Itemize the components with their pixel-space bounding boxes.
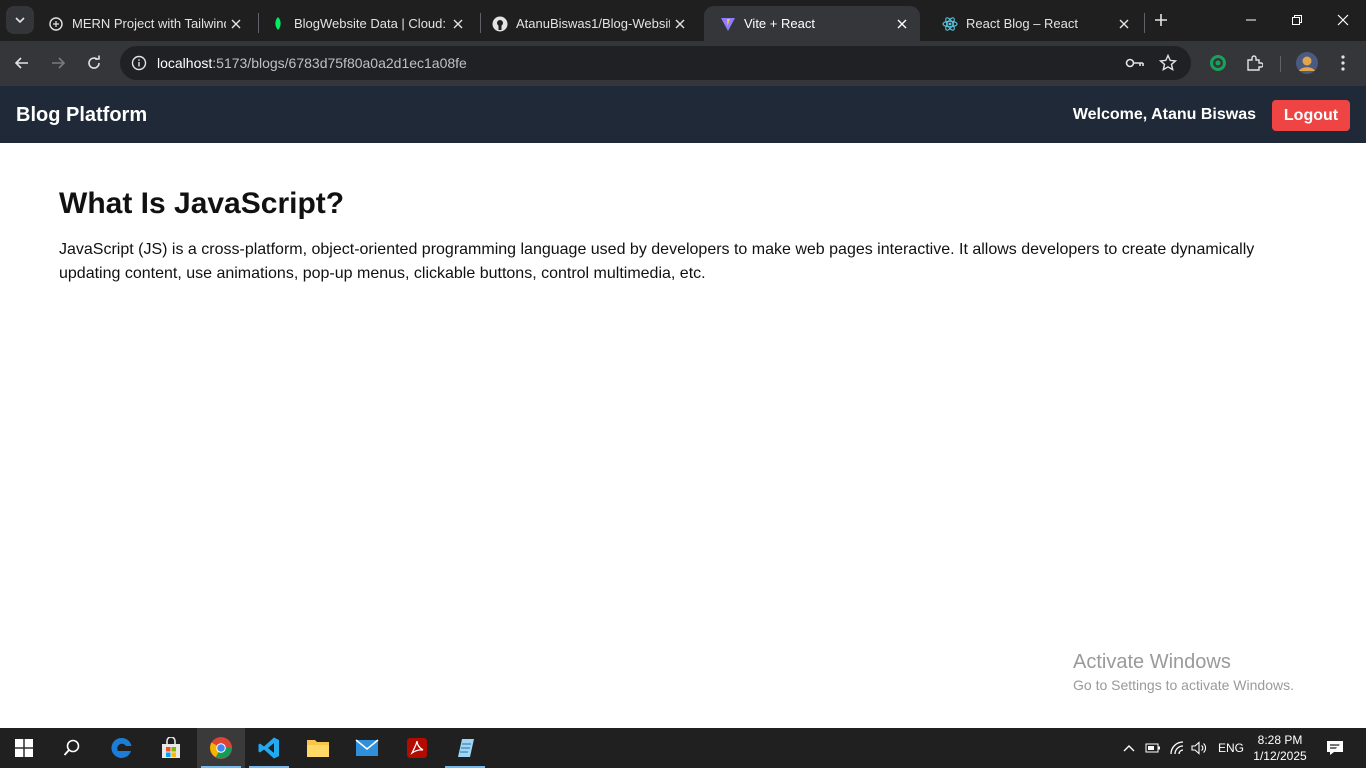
battery-icon[interactable] (1142, 728, 1164, 768)
mail-icon (355, 739, 379, 756)
tab-search-button[interactable] (6, 6, 34, 34)
react-icon (942, 16, 958, 32)
site-info-icon[interactable] (128, 52, 150, 74)
github-icon (492, 16, 508, 32)
forward-button[interactable] (44, 49, 72, 77)
windows-logo-icon (15, 739, 33, 757)
taskbar-store[interactable] (147, 728, 195, 768)
welcome-message: Welcome, Atanu Biswas (1072, 106, 1256, 123)
tab-title: BlogWebsite Data | Cloud: M (294, 16, 448, 31)
watermark-subtitle: Go to Settings to activate Windows. (1073, 677, 1294, 693)
restore-icon (1292, 15, 1302, 25)
taskbar-search-button[interactable] (48, 728, 96, 768)
tab-title: MERN Project with Tailwind (72, 16, 226, 31)
notification-count-badge: 2 (1335, 741, 1342, 753)
restore-button[interactable] (1274, 0, 1320, 40)
tab-vite-react[interactable]: Vite + React (704, 6, 920, 41)
tab-mern-project[interactable]: MERN Project with Tailwind (32, 6, 254, 41)
reload-button[interactable] (80, 49, 108, 77)
folder-icon (307, 740, 329, 757)
profile-avatar[interactable] (1295, 51, 1319, 75)
taskbar-mail[interactable] (343, 728, 391, 768)
notepad-icon (458, 739, 474, 757)
reload-icon (88, 55, 100, 69)
chevron-down-icon (15, 17, 25, 24)
chevron-up-icon (1123, 745, 1135, 752)
close-tab-icon[interactable] (670, 14, 690, 34)
store-bag-icon (162, 737, 180, 758)
activate-windows-watermark: Activate Windows Go to Settings to activ… (1073, 651, 1294, 693)
bookmark-star-icon[interactable] (1158, 53, 1178, 73)
tab-title: AtanuBiswas1/Blog-Website (516, 16, 670, 31)
close-icon (1337, 14, 1349, 26)
url-host: localhost (157, 55, 213, 71)
browser-tab-strip: MERN Project with Tailwind BlogWebsite D… (0, 0, 1366, 41)
minimize-button[interactable] (1228, 0, 1274, 40)
url-text: localhost:5173/blogs/6783d75f80a0a2d1ec1… (157, 55, 467, 71)
new-tab-button[interactable] (1149, 8, 1173, 32)
close-window-button[interactable] (1320, 0, 1366, 40)
tab-title: Vite + React (744, 16, 815, 31)
close-tab-icon[interactable] (226, 14, 246, 34)
app-navbar: Blog Platform Welcome, Atanu Biswas Logo… (0, 86, 1366, 143)
taskbar-chrome[interactable] (197, 728, 245, 768)
clock-time: 8:28 PM (1257, 733, 1303, 747)
url-path: :5173/blogs/6783d75f80a0a2d1ec1a08fe (212, 55, 467, 71)
start-button[interactable] (0, 728, 48, 768)
taskbar-edge[interactable] (98, 728, 146, 768)
pdf-icon (407, 738, 427, 758)
tab-blogwebsite-data[interactable]: BlogWebsite Data | Cloud: M (254, 6, 476, 41)
extension-target-icon[interactable] (1206, 51, 1230, 75)
extensions-puzzle-icon[interactable] (1242, 51, 1266, 75)
edge-icon (111, 737, 132, 758)
tab-title: React Blog – React (966, 16, 1079, 31)
taskbar-acrobat[interactable] (393, 728, 441, 768)
chrome-icon (210, 737, 232, 759)
vscode-icon (258, 737, 279, 759)
browser-toolbar: localhost:5173/blogs/6783d75f80a0a2d1ec1… (0, 41, 1366, 86)
mongodb-leaf-icon (270, 16, 286, 32)
brand-title[interactable]: Blog Platform (16, 104, 147, 127)
input-language[interactable]: ENG (1214, 728, 1248, 768)
tab-react-blog[interactable]: React Blog – React (926, 6, 1142, 41)
taskbar-notepad[interactable] (441, 728, 489, 768)
wifi-icon[interactable] (1166, 728, 1188, 768)
search-icon (63, 739, 80, 756)
back-button[interactable] (8, 49, 36, 77)
password-key-icon[interactable] (1125, 53, 1145, 73)
toolbar-divider (1280, 56, 1281, 72)
arrow-left-icon (14, 57, 28, 69)
close-tab-icon[interactable] (448, 14, 468, 34)
close-tab-icon[interactable] (892, 14, 912, 34)
clock-date: 1/12/2025 (1253, 749, 1307, 763)
taskbar-clock[interactable]: 8:28 PM 1/12/2025 (1252, 732, 1308, 764)
more-options-icon[interactable] (1331, 51, 1355, 75)
show-hidden-icons-button[interactable] (1118, 728, 1140, 768)
tab-github-repo[interactable]: AtanuBiswas1/Blog-Website (476, 6, 698, 41)
taskbar-vscode[interactable] (245, 728, 293, 768)
vite-icon (720, 16, 736, 32)
minimize-icon (1246, 19, 1256, 21)
volume-icon[interactable] (1188, 728, 1210, 768)
tab-separator (1144, 13, 1145, 33)
post-content: What Is JavaScript? JavaScript (JS) is a… (59, 143, 1269, 286)
chatgpt-icon (48, 16, 64, 32)
taskbar-file-explorer[interactable] (294, 728, 342, 768)
windows-taskbar: ENG 8:28 PM 1/12/2025 2 (0, 728, 1366, 768)
plus-icon (1155, 14, 1167, 26)
close-tab-icon[interactable] (1114, 14, 1134, 34)
watermark-title: Activate Windows (1073, 651, 1231, 673)
arrow-right-icon (52, 57, 66, 69)
address-bar[interactable]: localhost:5173/blogs/6783d75f80a0a2d1ec1… (120, 46, 1191, 80)
post-title: What Is JavaScript? (59, 187, 345, 220)
post-body: JavaScript (JS) is a cross-platform, obj… (59, 241, 1255, 282)
logout-button[interactable]: Logout (1272, 100, 1350, 131)
